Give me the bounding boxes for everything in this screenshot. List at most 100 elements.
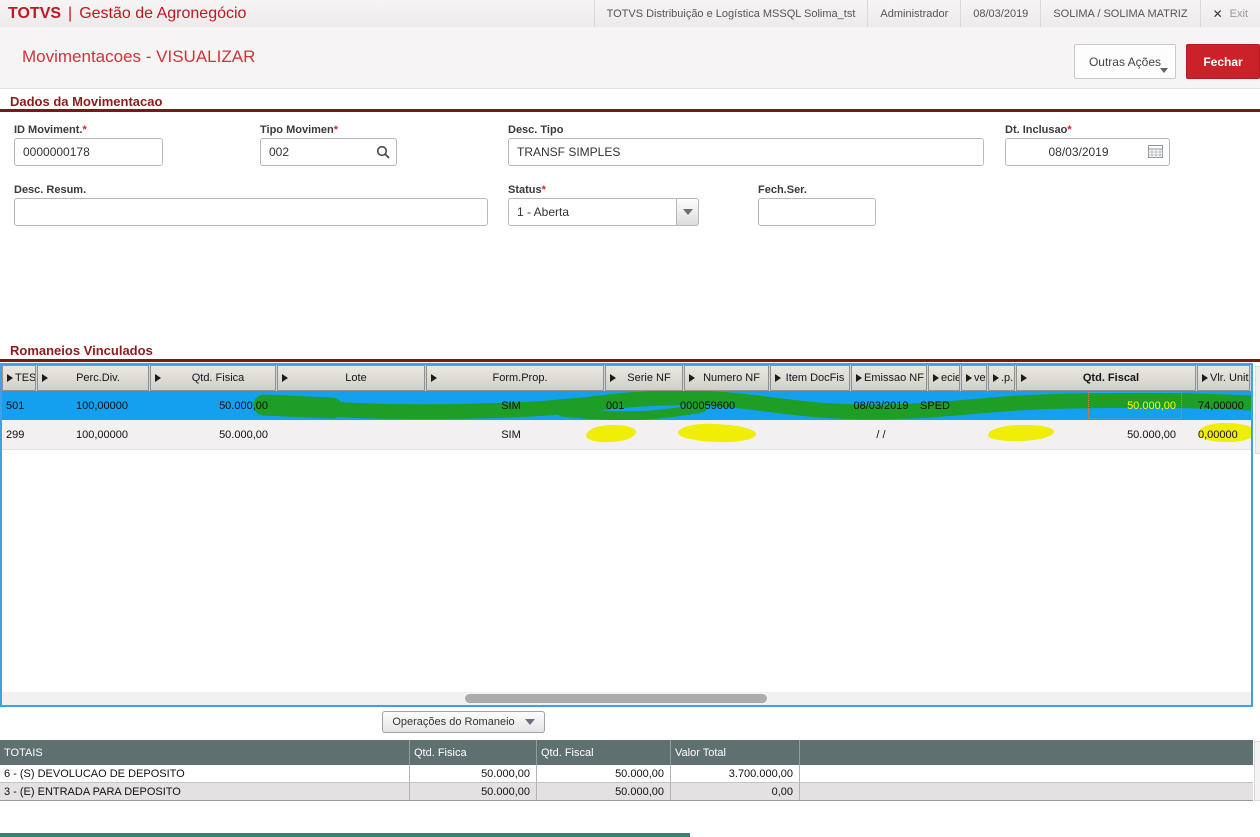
cell-numero-nf[interactable] [678,420,763,449]
romaneios-grid: TES Perc.Div. Qtd. Fisica Lote Form.Prop… [0,363,1253,707]
outras-acoes-button[interactable]: Outras Ações [1074,44,1176,79]
cell-emissao-nf[interactable]: / / [843,420,919,449]
cell-especie[interactable] [919,420,951,449]
status-label: Status* [508,184,546,196]
fech-ser-field[interactable] [758,198,876,226]
totais-qtd-fisica: 50.000,00 [410,783,537,800]
id-moviment-field[interactable] [14,138,163,166]
col-header-p[interactable]: .p. [988,365,1015,391]
user-label: Administrador [867,0,960,27]
grid-header-row: TES Perc.Div. Qtd. Fisica Lote Form.Prop… [2,365,1251,391]
totais-header-filler [800,740,1253,765]
dt-inclusao-label: Dt. Inclusao* [1005,124,1072,136]
cell-vlr-unit[interactable]: 74,00000 [1184,391,1251,420]
id-moviment-label: ID Moviment.* [14,124,87,136]
status-select[interactable]: 1 - Aberta [508,198,699,226]
cell-tes[interactable]: 501 [2,391,36,420]
desc-resum-field[interactable] [14,198,488,226]
totais-header-qtd-fiscal: Qtd. Fiscal [537,740,671,765]
col-header-tes[interactable]: TES [2,365,36,391]
col-header-qtd-fisica[interactable]: Qtd. Fisica [150,365,276,391]
totais-filler [800,783,1253,800]
scrollbar-thumb[interactable] [465,694,767,703]
col-header-vlr-unit[interactable]: Vlr. Unit [1197,365,1250,391]
cell-p[interactable] [977,420,1004,449]
cell-item-docfis[interactable] [763,391,843,420]
totais-row-label: 6 - (S) DEVOLUCAO DE DEPOSITO [0,765,410,782]
totais-qtd-fiscal: 50.000,00 [537,783,671,800]
cell-ve[interactable] [951,391,977,420]
cell-especie[interactable]: SPED [919,391,951,420]
desc-tipo-field[interactable] [508,138,984,166]
totais-qtd-fisica: 50.000,00 [410,765,537,782]
cell-vlr-unit[interactable]: 0,00000 [1184,420,1251,449]
action-buttons: Outras Ações Fechar [1074,44,1260,79]
cell-p[interactable] [977,391,1004,420]
col-header-form-prop[interactable]: Form.Prop. [426,365,604,391]
col-header-qtd-fiscal[interactable]: Qtd. Fiscal [1016,365,1196,391]
cell-serie-nf[interactable] [600,420,678,449]
title-bar: Movimentacoes - VISUALIZAR Outras Ações … [0,27,1260,89]
vertical-scrollbar[interactable] [1255,366,1260,454]
col-header-item-docfis[interactable]: Item DocFis [770,365,850,391]
col-header-lote[interactable]: Lote [277,365,425,391]
cell-emissao-nf[interactable]: 08/03/2019 [843,391,919,420]
totais-header-qtd-fisica: Qtd. Fisica [410,740,537,765]
search-icon[interactable] [376,145,390,159]
cell-lote[interactable] [274,420,422,449]
section-divider-romaneios [0,359,1260,362]
brand-product: Gestão de Agronegócio [79,4,247,22]
cell-numero-nf[interactable]: 000059600 [678,391,763,420]
cell-qtd-fiscal[interactable]: 50.000,00 [1004,420,1184,449]
bottom-status-bar [0,833,690,837]
brand-name: TOTVS [8,4,62,22]
operacoes-romaneio-button[interactable]: Operações do Romaneio [382,711,545,733]
fechar-button[interactable]: Fechar [1186,44,1260,79]
brand-logo: TOTVS | Gestão de Agronegócio [0,5,246,23]
section-divider-dados [0,109,1260,112]
page-title: Movimentacoes - VISUALIZAR [22,47,256,66]
section-title-romaneios: Romaneios Vinculados [10,343,153,358]
tipo-movimen-wrap [260,138,397,166]
exit-button[interactable]: ✕ Exit [1199,0,1260,27]
cell-item-docfis[interactable] [763,420,843,449]
cell-tes[interactable]: 299 [2,420,36,449]
cell-form-prop[interactable]: SIM [422,420,600,449]
dt-inclusao-field[interactable] [1005,138,1170,166]
col-header-especie[interactable]: ecie [928,365,960,391]
section-title-dados: Dados da Movimentacao [10,94,163,109]
col-header-perc-div[interactable]: Perc.Div. [37,365,149,391]
table-row[interactable]: 299 100,00000 50.000,00 SIM / / 50.000,0… [2,420,1251,450]
totais-header-row: TOTAIS Qtd. Fisica Qtd. Fiscal Valor Tot… [0,740,1253,765]
totais-grid: TOTAIS Qtd. Fisica Qtd. Fiscal Valor Tot… [0,740,1253,801]
calendar-icon[interactable] [1148,145,1163,158]
cell-qtd-fiscal-focused[interactable]: 50.000,00 [1004,391,1184,420]
cell-form-prop[interactable]: SIM [422,391,600,420]
cell-lote[interactable] [274,391,422,420]
required-asterisk: * [82,124,87,136]
cell-qtd-fisica[interactable]: 50.000,00 [148,420,274,449]
status-dropdown-button[interactable] [677,198,699,226]
table-row-selected[interactable]: 501 100,00000 50.000,00 SIM 001 00005960… [2,391,1251,420]
cell-serie-nf[interactable]: 001 [600,391,678,420]
cell-perc-div[interactable]: 100,00000 [36,391,148,420]
totais-valor-total: 0,00 [671,783,800,800]
close-icon: ✕ [1212,6,1223,21]
col-header-serie-nf[interactable]: Serie NF [605,365,683,391]
cell-perc-div[interactable]: 100,00000 [36,420,148,449]
cell-qtd-fisica[interactable]: 50.000,00 [148,391,274,420]
brand-separator: | [68,4,73,22]
totais-scrollbar[interactable] [1254,741,1260,801]
app-window: TOTVS | Gestão de Agronegócio TOTVS Dist… [0,0,1260,837]
status-value: 1 - Aberta [508,198,677,226]
col-header-emissao-nf[interactable]: Emissao NF [851,365,927,391]
totais-row: 6 - (S) DEVOLUCAO DE DEPOSITO 50.000,00 … [0,765,1253,783]
dt-inclusao-wrap [1005,138,1170,166]
col-header-ve[interactable]: ve [961,365,987,391]
cell-ve[interactable] [951,420,977,449]
required-asterisk: * [1067,124,1072,136]
totais-header-totais: TOTAIS [0,740,410,765]
col-header-numero-nf[interactable]: Numero NF [684,365,769,391]
horizontal-scrollbar[interactable] [2,692,1251,705]
totais-qtd-fiscal: 50.000,00 [537,765,671,782]
